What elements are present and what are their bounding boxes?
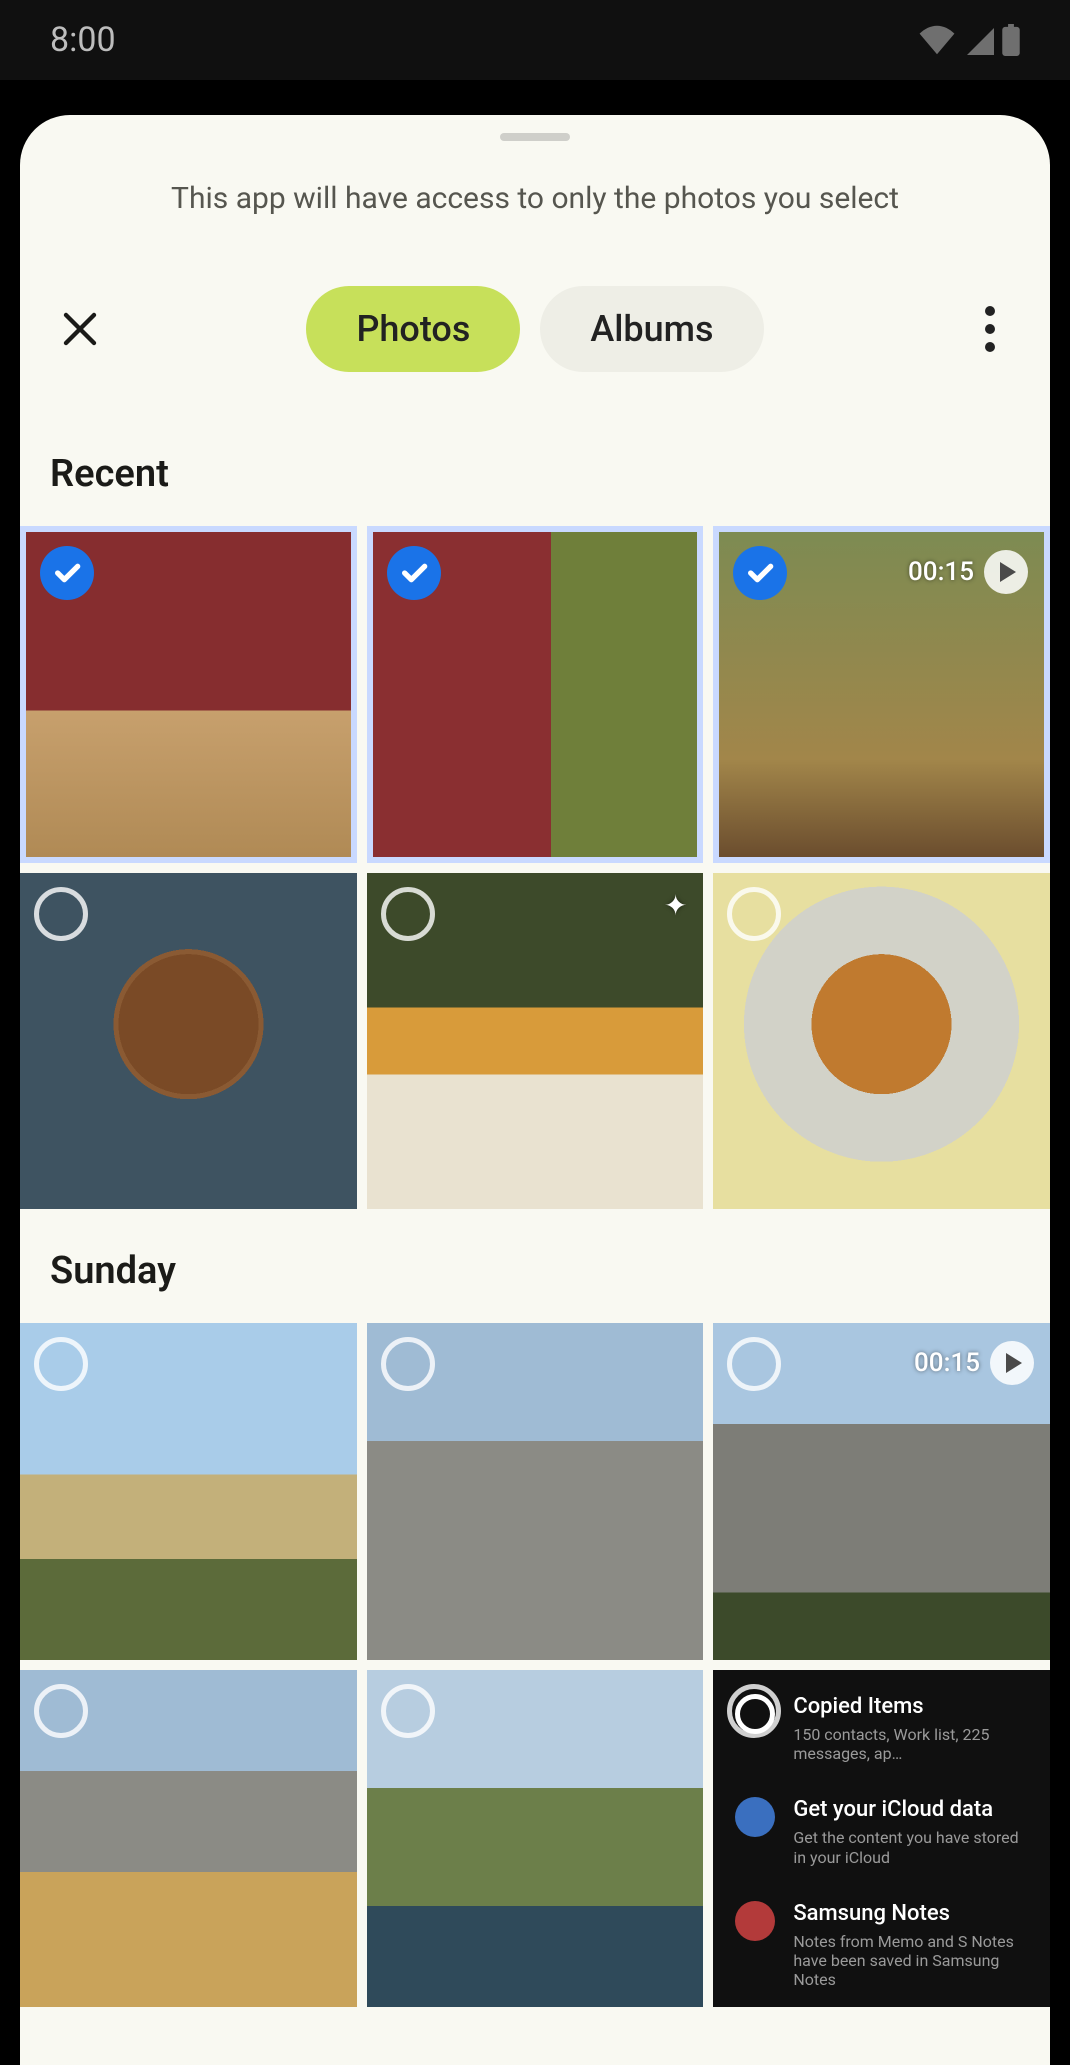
more-button[interactable] [960, 299, 1020, 359]
notification-subtitle: Notes from Memo and S Notes have been sa… [793, 1932, 1028, 1990]
checkmark-icon [744, 557, 776, 589]
checkmark-icon [398, 557, 430, 589]
selection-check[interactable] [381, 887, 435, 941]
grid-sunday: 00:15 Copied Items 150 contacts, Work li… [20, 1323, 1050, 2006]
permission-text: This app will have access to only the ph… [20, 181, 1050, 216]
more-icon [985, 306, 995, 316]
photo-tile[interactable] [20, 873, 357, 1210]
selection-check[interactable] [381, 1337, 435, 1391]
photo-tile[interactable] [20, 1323, 357, 1660]
selection-check[interactable] [34, 1337, 88, 1391]
selection-check[interactable] [34, 887, 88, 941]
photo-tile[interactable] [713, 873, 1050, 1210]
status-icons [918, 24, 1020, 56]
picker-header: Photos Albums [20, 216, 1050, 412]
notification-title: Get your iCloud data [793, 1797, 1028, 1822]
grid-recent: 00:15 ✦ [20, 526, 1050, 1209]
drag-handle[interactable] [500, 133, 570, 141]
selection-check[interactable] [727, 1684, 781, 1738]
video-badge: 00:15 [908, 550, 1028, 594]
close-icon [59, 308, 101, 350]
selection-check[interactable] [387, 546, 441, 600]
notification-item: Get your iCloud data Get the content you… [735, 1797, 1028, 1866]
photo-tile[interactable]: Copied Items 150 contacts, Work list, 22… [713, 1670, 1050, 2007]
video-tile[interactable]: 00:15 [713, 1323, 1050, 1660]
notification-subtitle: Get the content you have stored in your … [793, 1828, 1028, 1866]
video-tile[interactable]: 00:15 [713, 526, 1050, 863]
picker-tabs: Photos Albums [306, 286, 763, 372]
status-time: 8:00 [50, 20, 116, 60]
photo-tile[interactable]: ✦ [367, 873, 704, 1210]
tab-albums[interactable]: Albums [540, 286, 763, 372]
notification-dot-icon [735, 1797, 775, 1837]
section-title-sunday: Sunday [20, 1209, 1050, 1323]
notification-dot-icon [735, 1901, 775, 1941]
video-duration: 00:15 [914, 1348, 980, 1378]
photo-picker-sheet: This app will have access to only the ph… [20, 115, 1050, 2065]
selection-check[interactable] [381, 1684, 435, 1738]
notification-title: Samsung Notes [793, 1901, 1028, 1926]
video-badge: 00:15 [914, 1341, 1034, 1385]
section-title-recent: Recent [20, 412, 1050, 526]
play-icon [990, 1341, 1034, 1385]
selection-check[interactable] [34, 1684, 88, 1738]
photo-tile[interactable] [20, 526, 357, 863]
status-bar: 8:00 [0, 0, 1070, 80]
photo-tile[interactable] [367, 1670, 704, 2007]
selection-check[interactable] [727, 887, 781, 941]
tab-photos[interactable]: Photos [306, 286, 520, 372]
close-button[interactable] [50, 299, 110, 359]
photo-tile[interactable] [20, 1670, 357, 2007]
wifi-icon [918, 25, 956, 55]
play-icon [984, 550, 1028, 594]
selection-check[interactable] [40, 546, 94, 600]
photo-tile[interactable] [367, 526, 704, 863]
cellular-icon [964, 25, 994, 55]
sparkle-icon: ✦ [664, 889, 687, 922]
checkmark-icon [51, 557, 83, 589]
battery-icon [1002, 24, 1020, 56]
video-duration: 00:15 [908, 557, 974, 587]
photo-tile[interactable] [367, 1323, 704, 1660]
notification-title: Copied Items [793, 1694, 1028, 1719]
notification-item: Samsung Notes Notes from Memo and S Note… [735, 1901, 1028, 1990]
selection-check[interactable] [733, 546, 787, 600]
notification-subtitle: 150 contacts, Work list, 225 messages, a… [793, 1725, 1028, 1763]
